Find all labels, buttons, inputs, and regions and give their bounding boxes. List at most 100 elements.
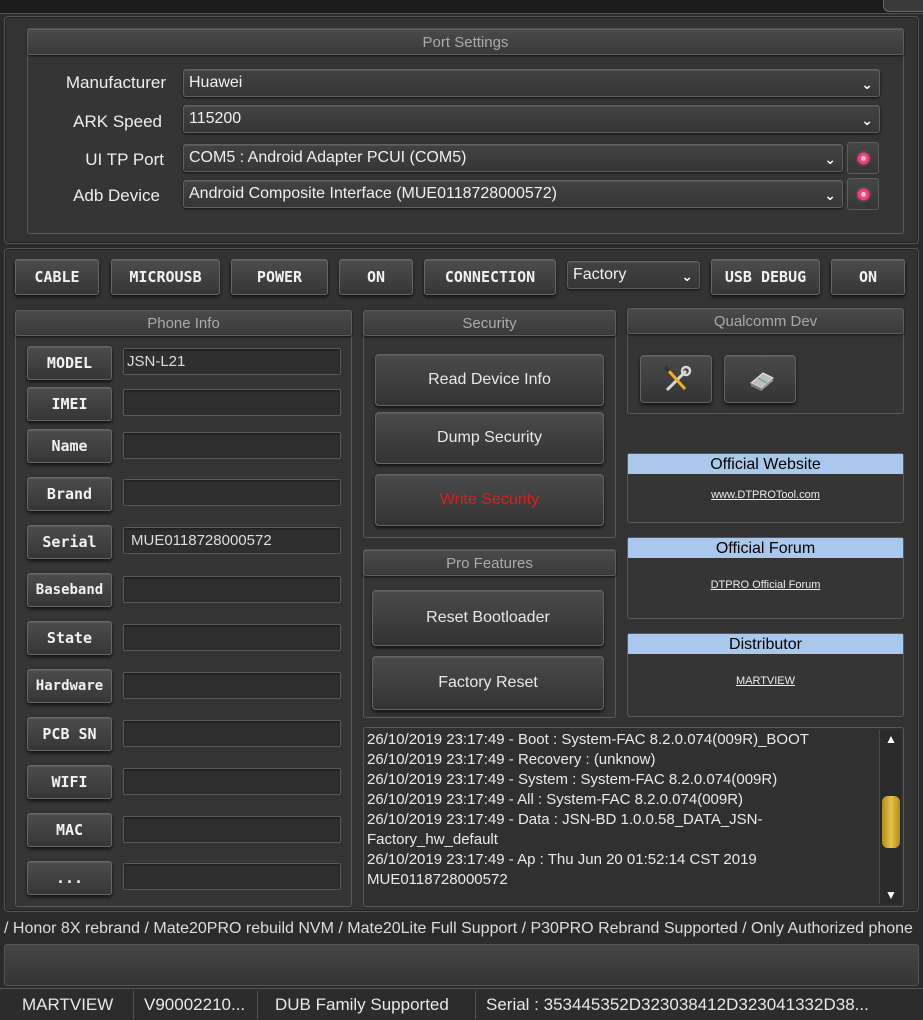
security-title: Security (363, 310, 616, 336)
status-version: V90002210... (136, 991, 258, 1019)
log-lines: 26/10/2019 23:17:49 - Boot : System-FAC … (367, 730, 875, 890)
pro-features-title: Pro Features (363, 550, 616, 576)
state-field[interactable] (123, 624, 341, 651)
window-corner (883, 0, 923, 12)
serial-label-button[interactable]: Serial (27, 525, 112, 559)
name-label-button[interactable]: Name (27, 429, 112, 463)
progress-bar (4, 944, 919, 986)
distributor-title: Distributor (628, 634, 903, 655)
reset-bootloader-button[interactable]: Reset Bootloader (372, 590, 604, 646)
ui-tp-port-refresh-button[interactable] (847, 142, 879, 174)
window-top-strip (0, 0, 923, 14)
pin-icon (858, 189, 869, 200)
pcb-sn-label-button[interactable]: PCB SN (27, 717, 112, 751)
port-settings-title: Port Settings (27, 29, 904, 55)
scroll-thumb[interactable] (882, 796, 900, 848)
qualcomm-chip-button[interactable] (724, 355, 796, 403)
mac-field[interactable] (123, 816, 341, 843)
imei-label-button[interactable]: IMEI (27, 387, 112, 421)
phone-info-title: Phone Info (15, 310, 352, 336)
power-state-toggle[interactable]: ON (339, 259, 413, 295)
distributor-box: Distributor MARTVIEW (627, 633, 904, 717)
log-console[interactable]: 26/10/2019 23:17:49 - Boot : System-FAC … (363, 727, 904, 907)
scroll-down-icon[interactable]: ▼ (880, 886, 902, 904)
more-field[interactable] (123, 863, 341, 890)
ark-speed-select[interactable]: 115200 ⌄ (183, 105, 880, 133)
news-ticker: / Honor 8X rebrand / Mate20PRO rebuild N… (4, 920, 913, 937)
brand-field[interactable] (123, 479, 341, 506)
log-line: 26/10/2019 23:17:49 - Ap : Thu Jun 20 01… (367, 851, 757, 868)
adb-device-select[interactable]: Android Composite Interface (MUE01187280… (183, 180, 843, 208)
hardware-field[interactable] (123, 672, 341, 699)
log-line: Factory_hw_default (367, 831, 498, 848)
more-label-button[interactable]: ... (27, 861, 112, 895)
pin-icon (858, 153, 869, 164)
log-line: 26/10/2019 23:17:49 - Boot : System-FAC … (367, 731, 809, 748)
ark-speed-label: ARK Speed (73, 112, 162, 131)
adb-device-value: Android Composite Interface (MUE01187280… (189, 185, 557, 202)
chevron-down-icon: ⌄ (824, 187, 836, 203)
write-security-button[interactable]: Write Security (375, 474, 604, 526)
connection-mode-value: Factory (573, 266, 627, 283)
serial-field[interactable]: MUE0118728000572 (123, 527, 341, 554)
qualcomm-tools-button[interactable] (640, 355, 712, 403)
scroll-up-icon[interactable]: ▲ (880, 730, 902, 748)
official-forum-link[interactable]: DTPRO Official Forum (628, 579, 903, 591)
log-line: 26/10/2019 23:17:49 - System : System-FA… (367, 771, 778, 788)
model-label-button[interactable]: MODEL (27, 346, 112, 380)
cable-button[interactable]: CABLE (15, 259, 99, 295)
log-scrollbar[interactable]: ▲ ▼ (879, 730, 901, 904)
official-forum-box: Official Forum DTPRO Official Forum (627, 537, 904, 619)
name-field[interactable] (123, 432, 341, 459)
baseband-field[interactable] (123, 576, 341, 603)
wrench-screwdriver-icon (663, 365, 692, 392)
connection-button[interactable]: CONNECTION (424, 259, 556, 295)
pcb-sn-field[interactable] (123, 720, 341, 747)
status-distributor: MARTVIEW (4, 991, 134, 1019)
brand-label-button[interactable]: Brand (27, 477, 112, 511)
adb-device-refresh-button[interactable] (847, 178, 879, 210)
manufacturer-value: Huawei (189, 74, 243, 91)
official-forum-title: Official Forum (628, 538, 903, 559)
manufacturer-label: Manufacturer (65, 73, 166, 92)
status-family: DUB Family Supported (260, 991, 476, 1019)
chip-icon (750, 372, 774, 391)
power-button[interactable]: POWER (231, 259, 328, 295)
baseband-label-button[interactable]: Baseband (27, 573, 112, 607)
adb-device-label: Adb Device (73, 186, 160, 205)
imei-field[interactable] (123, 389, 341, 416)
log-line: 26/10/2019 23:17:49 - Recovery : (unknow… (367, 751, 656, 768)
log-line: 26/10/2019 23:17:49 - Data : JSN-BD 1.0.… (367, 811, 763, 828)
manufacturer-select[interactable]: Huawei ⌄ (183, 69, 880, 97)
usb-debug-button[interactable]: USB DEBUG (711, 259, 820, 295)
state-label-button[interactable]: State (27, 621, 112, 655)
status-bar: MARTVIEW V90002210... DUB Family Support… (0, 988, 923, 1020)
model-field[interactable]: JSN-L21 (123, 348, 341, 375)
wifi-field[interactable] (123, 768, 341, 795)
ark-speed-value: 115200 (189, 110, 242, 127)
usb-debug-state-toggle[interactable]: ON (831, 259, 905, 295)
read-device-info-button[interactable]: Read Device Info (375, 354, 604, 406)
ui-tp-port-label: UI TP Port (85, 150, 164, 169)
ui-tp-port-value: COM5 : Android Adapter PCUI (COM5) (189, 149, 467, 166)
official-website-link[interactable]: www.DTPROTool.com (628, 489, 903, 501)
connection-mode-select[interactable]: Factory ⌄ (567, 261, 700, 289)
distributor-link[interactable]: MARTVIEW (628, 675, 903, 687)
status-serial: Serial : 353445352D323038412D323041332D3… (486, 995, 869, 1014)
ui-tp-port-select[interactable]: COM5 : Android Adapter PCUI (COM5) ⌄ (183, 144, 843, 172)
chevron-down-icon: ⌄ (861, 112, 873, 128)
chevron-down-icon: ⌄ (824, 151, 836, 167)
qualcomm-dev-title: Qualcomm Dev (627, 308, 904, 334)
chevron-down-icon: ⌄ (681, 268, 693, 284)
official-website-box: Official Website www.DTPROTool.com (627, 453, 904, 523)
wifi-label-button[interactable]: WIFI (27, 765, 112, 799)
log-line: 26/10/2019 23:17:49 - All : System-FAC 8… (367, 791, 744, 808)
mac-label-button[interactable]: MAC (27, 813, 112, 847)
dump-security-button[interactable]: Dump Security (375, 412, 604, 464)
factory-reset-button[interactable]: Factory Reset (372, 656, 604, 710)
microusb-button[interactable]: MICROUSB (111, 259, 220, 295)
hardware-label-button[interactable]: Hardware (27, 669, 112, 703)
log-line: MUE0118728000572 (367, 871, 508, 888)
official-website-title: Official Website (628, 454, 903, 475)
chevron-down-icon: ⌄ (861, 76, 873, 92)
